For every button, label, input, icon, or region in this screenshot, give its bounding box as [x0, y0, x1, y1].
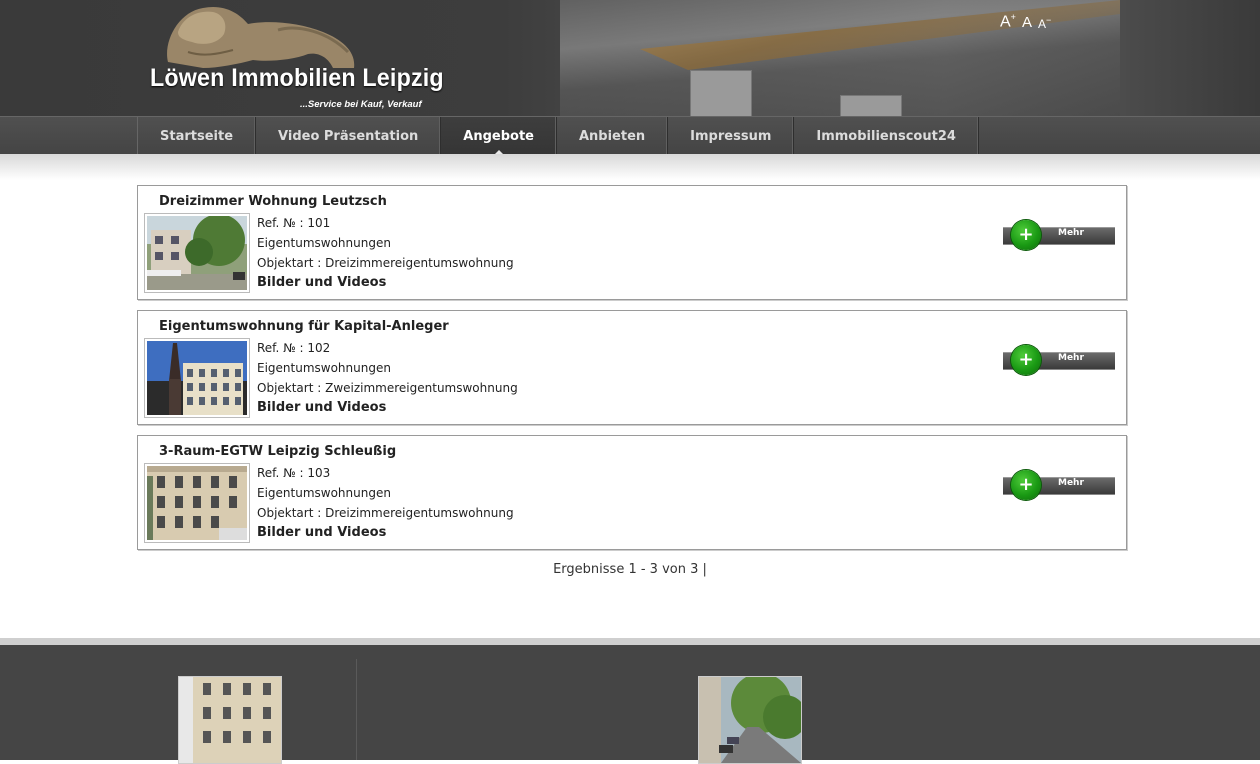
plus-icon: + — [1018, 349, 1034, 370]
logo-title[interactable]: Löwen Immobilien Leipzig — [150, 64, 444, 93]
listing-info: Ref. № : 102 Eigentumswohnungen Objektar… — [257, 338, 518, 418]
lion-statue-logo-image — [167, 6, 355, 69]
listing-thumbnail[interactable] — [144, 213, 250, 293]
listing-media-link[interactable]: Bilder und Videos — [257, 523, 514, 543]
listing-title[interactable]: 3-Raum-EGTW Leipzig Schleußig — [159, 444, 396, 459]
header-building-window — [690, 70, 752, 116]
building-with-church-photo — [147, 341, 247, 415]
footer-thumbnail[interactable] — [178, 676, 282, 764]
listing-objektart: Objektart : Dreizimmereigentumswohnung — [257, 506, 514, 520]
apartment-building-photo — [147, 466, 247, 540]
footer-thumbnail[interactable] — [698, 676, 802, 764]
site-footer — [0, 645, 1260, 764]
footer-column-divider — [356, 659, 357, 760]
nav-item-angebote[interactable]: Angebote — [441, 117, 557, 155]
nav-item-video-praesentation[interactable]: Video Präsentation — [256, 117, 442, 155]
nav-shadow — [0, 154, 1260, 180]
listing-item: 3-Raum-EGTW Leipzig Schleußig Ref. № : 1… — [137, 435, 1127, 550]
listing-thumbnail[interactable] — [144, 463, 250, 543]
listing-category: Eigentumswohnungen — [257, 486, 391, 500]
footer-divider — [0, 638, 1260, 645]
main-navigation: Startseite Video Präsentation Angebote A… — [0, 116, 1260, 155]
listing-ref: Ref. № : 102 — [257, 341, 331, 355]
listing-info: Ref. № : 103 Eigentumswohnungen Objektar… — [257, 463, 514, 543]
house-photo — [147, 216, 247, 290]
mehr-button-label: Mehr — [1058, 228, 1084, 238]
font-normal-button[interactable]: A — [1022, 14, 1032, 31]
listing-category: Eigentumswohnungen — [257, 236, 391, 250]
listing-category: Eigentumswohnungen — [257, 361, 391, 375]
listing-ref: Ref. № : 101 — [257, 216, 331, 230]
footer-building-photo — [179, 677, 281, 763]
listing-title[interactable]: Dreizimmer Wohnung Leutzsch — [159, 194, 387, 209]
font-size-controls: A+ A A− — [1000, 12, 1051, 31]
plus-icon: + — [1018, 474, 1034, 495]
listing-thumbnail[interactable] — [144, 338, 250, 418]
nav-item-anbieten[interactable]: Anbieten — [557, 117, 669, 155]
listing-item: Eigentumswohnung für Kapital-Anleger Ref… — [137, 310, 1127, 425]
listing-item: Dreizimmer Wohnung Leutzsch Ref. № : 101… — [137, 185, 1127, 300]
nav-item-immobilienscout24[interactable]: Immobilienscout24 — [794, 117, 979, 155]
nav-items: Startseite Video Präsentation Angebote A… — [137, 117, 979, 155]
listing-media-link[interactable]: Bilder und Videos — [257, 398, 518, 418]
listing-info: Ref. № : 101 Eigentumswohnungen Objektar… — [257, 213, 514, 293]
plus-icon: + — [1018, 224, 1034, 245]
listing-media-link[interactable]: Bilder und Videos — [257, 273, 514, 293]
pagination-results: Ergebnisse 1 - 3 von 3 | — [553, 562, 707, 577]
mehr-button[interactable]: + Mehr — [1003, 470, 1115, 500]
logo-subtitle: ...Service bei Kauf, Verkauf — [300, 99, 422, 110]
footer-street-photo — [699, 677, 801, 763]
listing-objektart: Objektart : Zweizimmereigentumswohnung — [257, 381, 518, 395]
font-decrease-button[interactable]: A− — [1038, 15, 1051, 31]
listing-ref: Ref. № : 103 — [257, 466, 331, 480]
nav-item-startseite[interactable]: Startseite — [138, 117, 257, 155]
mehr-button[interactable]: + Mehr — [1003, 220, 1115, 250]
mehr-button-label: Mehr — [1058, 478, 1084, 488]
listing-title[interactable]: Eigentumswohnung für Kapital-Anleger — [159, 319, 449, 334]
nav-item-impressum[interactable]: Impressum — [668, 117, 795, 155]
mehr-button[interactable]: + Mehr — [1003, 345, 1115, 375]
listing-objektart: Objektart : Dreizimmereigentumswohnung — [257, 256, 514, 270]
mehr-button-label: Mehr — [1058, 353, 1084, 363]
font-increase-button[interactable]: A+ — [1000, 12, 1016, 31]
site-header: Löwen Immobilien Leipzig ...Service bei … — [0, 0, 1260, 116]
header-building-window — [840, 95, 902, 116]
